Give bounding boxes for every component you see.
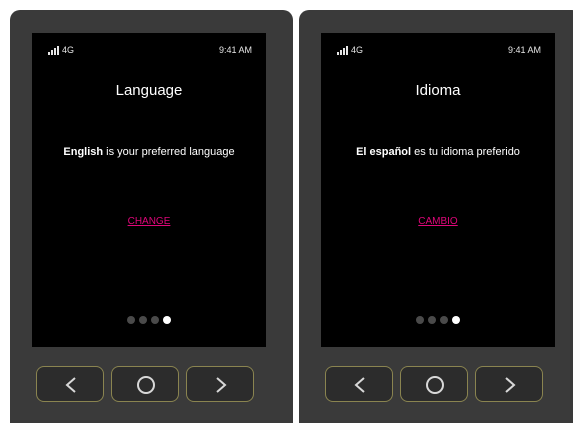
forward-button[interactable]: [186, 366, 254, 402]
page-indicator: [321, 316, 555, 324]
chevron-right-icon: [505, 377, 516, 393]
change-language-link[interactable]: CAMBIO: [418, 216, 457, 227]
device-screen: 4G 9:41 AM Idioma El español es tu idiom…: [321, 33, 555, 347]
message-text: es tu idioma preferido: [411, 146, 520, 158]
circle-icon: [426, 376, 444, 394]
clock: 9:41 AM: [507, 45, 541, 55]
clock: 9:41 AM: [218, 45, 252, 55]
back-button[interactable]: [325, 366, 393, 402]
device-screen: 4G 9:41 AM Language English is your pref…: [32, 33, 266, 347]
device-english: 4G 9:41 AM Language English is your pref…: [10, 10, 293, 423]
back-button[interactable]: [36, 366, 104, 402]
page-dot-active: [452, 316, 460, 324]
language-message: El español es tu idioma preferido: [341, 145, 535, 159]
network-label: 4G: [351, 45, 364, 55]
page-dot: [151, 316, 159, 324]
status-bar: 4G 9:41 AM: [32, 45, 266, 59]
language-message: English is your preferred language: [52, 145, 246, 159]
chevron-right-icon: [216, 377, 227, 393]
page-dot: [428, 316, 436, 324]
signal-icon: [48, 46, 60, 55]
page-dot: [127, 316, 135, 324]
chevron-left-icon: [354, 377, 365, 393]
language-name: El español: [356, 146, 412, 158]
page-dot: [416, 316, 424, 324]
page-dot: [440, 316, 448, 324]
forward-button[interactable]: [475, 366, 543, 402]
message-text: is your preferred language: [103, 146, 235, 158]
language-name: English: [63, 146, 104, 158]
page-dot-active: [163, 316, 171, 324]
hardware-nav: [36, 366, 254, 402]
network-label: 4G: [62, 45, 75, 55]
home-button[interactable]: [400, 366, 468, 402]
screen-title: Idioma: [415, 82, 461, 99]
page-dot: [139, 316, 147, 324]
status-bar: 4G 9:41 AM: [321, 45, 555, 59]
chevron-left-icon: [65, 377, 76, 393]
page-indicator: [32, 316, 266, 324]
change-language-link[interactable]: CHANGE: [128, 216, 171, 227]
device-spanish: 4G 9:41 AM Idioma El español es tu idiom…: [299, 10, 573, 423]
circle-icon: [137, 376, 155, 394]
home-button[interactable]: [111, 366, 179, 402]
signal-icon: [337, 46, 349, 55]
screen-title: Language: [115, 82, 183, 99]
hardware-nav: [325, 366, 543, 402]
